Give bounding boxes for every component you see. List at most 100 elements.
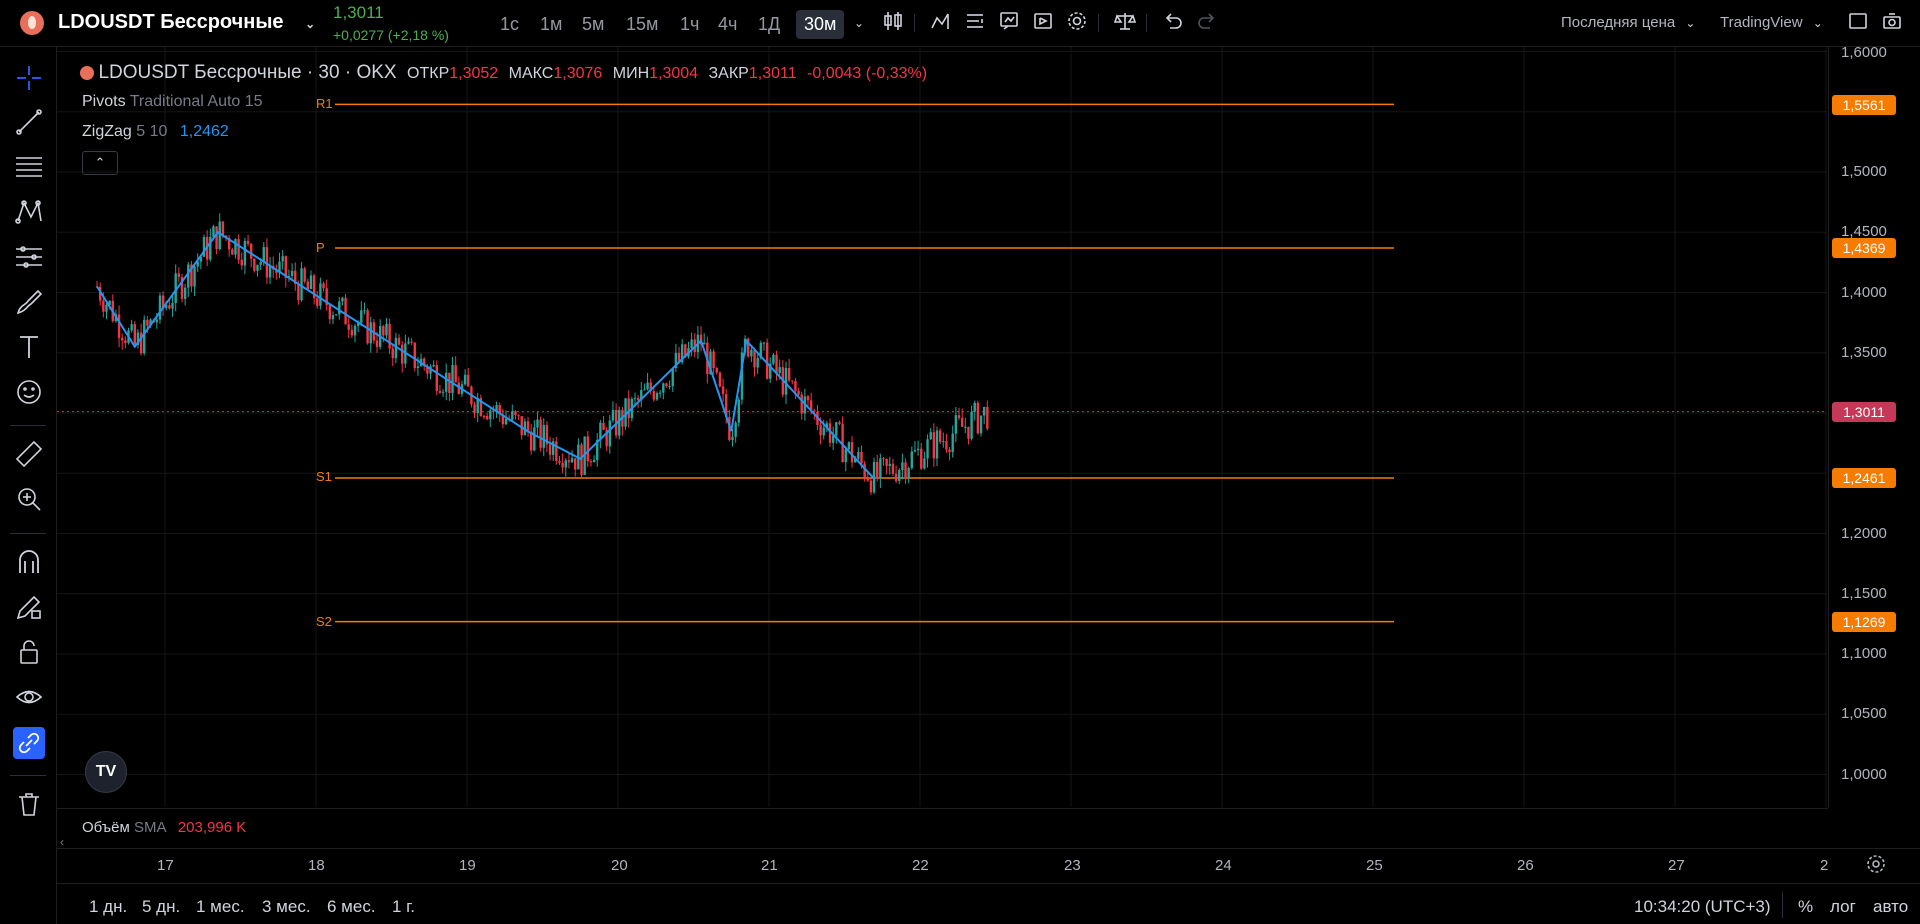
candle-body <box>791 380 794 382</box>
time-tick: 26 <box>1517 857 1534 874</box>
pivot-lines <box>335 103 1394 623</box>
screenshot-icon[interactable] <box>1879 10 1905 36</box>
candle-body <box>338 301 341 315</box>
zigzag-value: 1,2462 <box>179 123 229 140</box>
range-5d-button[interactable]: 5 дн. <box>142 897 180 917</box>
ruler-icon[interactable] <box>14 439 44 469</box>
candle-body <box>451 365 454 393</box>
volume-legend[interactable]: Объём SMA 203,996 K <box>82 819 246 836</box>
candle-body <box>410 341 413 343</box>
compare-scales-icon[interactable] <box>1112 10 1138 36</box>
indicators-icon[interactable] <box>928 10 954 36</box>
fib-retracement-icon[interactable] <box>14 152 44 182</box>
range-1y-button[interactable]: 1 г. <box>392 897 415 917</box>
candle-body <box>857 451 860 459</box>
range-6m-button[interactable]: 6 мес. <box>327 897 376 917</box>
symbol-search-button[interactable]: LDOUSDT Бессрочные ⌄ <box>58 11 315 34</box>
candle-body <box>819 424 822 436</box>
candle-body <box>558 461 561 463</box>
candle-body <box>765 342 769 379</box>
time-axis-settings-icon[interactable] <box>1864 852 1888 879</box>
replay-icon[interactable] <box>1030 10 1056 36</box>
trash-icon[interactable] <box>14 789 44 819</box>
collapse-toolbar-icon[interactable]: ‹ <box>60 835 64 849</box>
fullscreen-icon[interactable] <box>1845 10 1871 36</box>
high-label: МАКС <box>508 65 554 82</box>
last-price: 1,3011 <box>333 3 384 22</box>
timeframe-menu-chevron-icon[interactable]: ⌄ <box>846 10 872 36</box>
candle-body <box>303 268 306 282</box>
candle-body <box>517 415 520 417</box>
candle-body <box>948 449 951 453</box>
auto-scale-button[interactable]: авто <box>1873 897 1908 917</box>
candle-body <box>586 436 589 462</box>
candle-body <box>231 249 234 255</box>
candle-body <box>772 354 775 364</box>
time-tick: 19 <box>459 857 476 874</box>
candle-body <box>800 394 803 414</box>
timeframe-30m[interactable]: 30м <box>796 10 845 39</box>
range-1d-button[interactable]: 1 дн. <box>89 897 127 917</box>
candle-body <box>976 402 980 434</box>
candles-icon[interactable] <box>880 10 906 36</box>
symbol-logo-icon <box>20 11 44 35</box>
log-scale-button[interactable]: лог <box>1830 897 1856 917</box>
volume-value: 203,996 K <box>177 819 247 836</box>
price-tick: 1,2000 <box>1841 525 1887 542</box>
candle-body <box>794 381 797 391</box>
emoji-icon[interactable] <box>14 377 44 407</box>
time-tick: 27 <box>1668 857 1685 874</box>
trendline-icon[interactable] <box>14 107 44 137</box>
candle-body <box>177 273 181 278</box>
candle-body <box>262 247 265 262</box>
candle-body <box>187 264 190 288</box>
clock-timezone[interactable]: 10:34:20 (UTC+3) <box>1634 897 1771 917</box>
redo-icon[interactable] <box>1194 10 1220 36</box>
eye-icon[interactable] <box>14 682 44 712</box>
candle-body <box>712 351 715 369</box>
brush-icon[interactable] <box>14 287 44 317</box>
percent-scale-button[interactable]: % <box>1798 897 1813 917</box>
symbol-name: LDOUSDT Бессрочные <box>58 11 284 33</box>
price-chart[interactable] <box>57 47 1827 807</box>
zigzag-legend[interactable]: ZigZag 5 10 1,2462 <box>82 123 229 141</box>
timeframe-5m[interactable]: 5м <box>576 12 610 37</box>
high-value: 1,3076 <box>553 65 603 82</box>
timeframe-15m[interactable]: 15м <box>620 12 664 37</box>
text-icon[interactable] <box>14 332 44 362</box>
draw-lock-pencil-icon[interactable] <box>14 592 44 622</box>
collapse-legend-chevron-up-icon[interactable]: ⌃ <box>82 151 118 175</box>
candle-body <box>589 461 593 463</box>
settings-gear-icon[interactable] <box>1064 10 1090 36</box>
templates-icon[interactable] <box>962 10 988 36</box>
candle-body <box>787 367 791 381</box>
price-scale-border <box>1828 47 1829 807</box>
pattern-icon[interactable] <box>14 197 44 227</box>
candle-body <box>350 329 354 336</box>
candle-body <box>737 399 740 423</box>
timeframe-1d[interactable]: 1Д <box>752 12 786 37</box>
undo-icon[interactable] <box>1160 10 1186 36</box>
magnet-icon[interactable] <box>14 547 44 577</box>
pivots-legend[interactable]: Pivots Traditional Auto 15 <box>82 93 263 111</box>
low-label: МИН <box>612 65 650 82</box>
candle-body <box>608 420 612 447</box>
candle-body <box>504 418 508 425</box>
price-source-dropdown[interactable]: Последняя цена ⌄ <box>1561 14 1695 31</box>
price-tick: 1,5000 <box>1841 163 1887 180</box>
crosshair-icon[interactable] <box>14 63 44 93</box>
tradingview-logo-icon[interactable]: TV <box>85 751 127 793</box>
candle-body <box>322 283 325 289</box>
timeframe-4h[interactable]: 4ч <box>712 12 743 37</box>
range-1m-button[interactable]: 1 мес. <box>196 897 245 917</box>
timeframe-1m[interactable]: 1м <box>534 12 568 37</box>
chart-style-dropdown[interactable]: TradingView ⌄ <box>1720 14 1823 31</box>
timeframe-1s[interactable]: 1с <box>494 12 525 37</box>
lock-icon[interactable] <box>14 637 44 667</box>
prediction-icon[interactable] <box>14 242 44 272</box>
range-3m-button[interactable]: 3 мес. <box>262 897 311 917</box>
timeframe-1h[interactable]: 1ч <box>674 12 705 37</box>
alert-icon[interactable] <box>996 10 1022 36</box>
sync-drawings-link-icon[interactable] <box>13 727 45 759</box>
zoom-in-icon[interactable] <box>14 484 44 514</box>
